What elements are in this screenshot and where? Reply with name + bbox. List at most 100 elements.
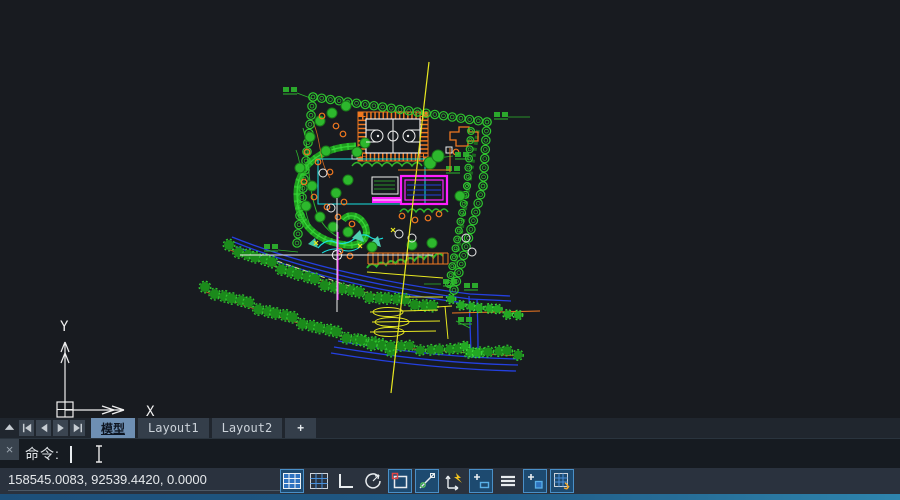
tree-symbol <box>341 101 351 111</box>
tree-clump-row <box>446 294 523 320</box>
tree-symbol <box>321 146 331 156</box>
plant-label <box>494 112 508 119</box>
ucs-axis-label: Y <box>60 319 69 335</box>
tree-symbol <box>412 217 418 223</box>
tab-first-button[interactable] <box>19 420 34 436</box>
grid-display-icon <box>281 470 303 492</box>
tree-symbol <box>425 215 431 221</box>
tree-symbol <box>340 131 346 137</box>
quick-properties-toggle[interactable] <box>523 469 547 493</box>
drawing-line <box>370 310 438 312</box>
tree-symbol <box>347 253 353 259</box>
annotation-monitor-toggle[interactable] <box>550 469 574 493</box>
drawing-line <box>445 306 448 339</box>
drawing-rect <box>372 177 398 194</box>
polar-tracking-icon <box>362 470 384 492</box>
tree-symbol <box>335 214 341 220</box>
ortho-mode-toggle[interactable] <box>334 469 358 493</box>
tab-prev-icon <box>36 420 51 436</box>
lineweight-display-toggle[interactable] <box>469 469 493 493</box>
drawing-line <box>372 321 440 322</box>
tree-symbol <box>407 135 409 137</box>
quick-properties-icon <box>524 470 546 492</box>
command-line-bar[interactable]: × 命令: <box>0 438 900 469</box>
tab-up-icon <box>2 420 17 436</box>
tab-last-button[interactable] <box>70 420 85 436</box>
tree-symbol <box>331 188 341 198</box>
lineweight-display-icon <box>470 470 492 492</box>
tree-row <box>479 118 491 190</box>
tab-first-icon <box>19 420 34 436</box>
cad-window: YX 模型Layout1Layout2+ × 命令: 158545.0083, … <box>0 0 900 500</box>
ucs-axis-label: X <box>146 404 155 418</box>
site-plan-drawing: YX <box>0 0 900 418</box>
ibeam-cursor <box>94 445 104 463</box>
tab-last-icon <box>70 420 85 436</box>
command-close-button[interactable]: × <box>0 439 19 460</box>
annotation-monitor-icon <box>551 470 573 492</box>
object-snap-toggle[interactable] <box>388 469 412 493</box>
tab-next-button[interactable] <box>53 420 68 436</box>
plant-label <box>283 87 297 94</box>
tree-clump-row <box>356 335 524 361</box>
coordinates-display[interactable]: 158545.0083, 92539.4420, 0.0000 <box>8 472 280 491</box>
tree-symbol <box>295 163 305 173</box>
dynamic-ucs-toggle[interactable] <box>442 469 466 493</box>
add-layout-tab[interactable]: + <box>285 418 316 438</box>
tab-up-button[interactable] <box>2 420 17 436</box>
tab-Layout2[interactable]: Layout2 <box>212 418 283 438</box>
tree-symbol <box>427 238 437 248</box>
polar-tracking-toggle[interactable] <box>361 469 385 493</box>
grid-display-toggle[interactable] <box>280 469 304 493</box>
menu-bars-icon <box>497 470 519 492</box>
snap-mode-icon <box>308 470 330 492</box>
tree-symbol <box>315 212 325 222</box>
tree-symbol <box>367 242 377 252</box>
drawing-path <box>278 250 298 252</box>
tree-symbol <box>319 169 327 177</box>
tree-symbol <box>352 147 362 157</box>
drawing-rect <box>446 147 452 153</box>
object-snap-icon <box>389 470 411 492</box>
drawing-area[interactable]: YX <box>0 0 900 418</box>
tree-symbol <box>327 204 335 212</box>
tree-symbol <box>436 211 442 217</box>
snap-mode-toggle[interactable] <box>307 469 331 493</box>
drawing-path <box>352 163 422 167</box>
command-prompt: 命令: <box>25 444 60 464</box>
dynamic-ucs-icon <box>443 470 465 492</box>
object-snap-tracking-toggle[interactable] <box>415 469 439 493</box>
tree-symbol <box>307 181 317 191</box>
tab-Layout1[interactable]: Layout1 <box>138 418 209 438</box>
tab-模型[interactable]: 模型 <box>91 418 135 438</box>
tree-symbol <box>395 230 403 238</box>
tree-symbol <box>455 191 465 201</box>
tree-symbol <box>305 132 315 142</box>
status-bar: 158545.0083, 92539.4420, 0.0000 <box>0 468 900 494</box>
text-caret <box>70 446 72 463</box>
menu-bars-toggle[interactable] <box>496 469 520 493</box>
tree-symbol <box>333 123 339 129</box>
tree-symbol <box>343 175 353 185</box>
plant-label <box>455 152 469 159</box>
tree-symbol <box>399 213 405 219</box>
ortho-mode-icon <box>335 470 357 492</box>
tree-symbol <box>377 135 379 137</box>
tree-symbol <box>360 138 370 148</box>
tree-symbol <box>349 221 355 227</box>
tree-symbol <box>311 194 317 200</box>
tree-symbol <box>327 169 333 175</box>
object-snap-tracking-icon <box>416 470 438 492</box>
plant-label <box>464 283 478 290</box>
tree-symbol <box>468 248 476 256</box>
drawing-line <box>370 331 436 332</box>
tree-symbol <box>432 150 444 162</box>
tab-next-icon <box>53 420 68 436</box>
drawing-line <box>437 306 452 307</box>
tree-symbol <box>301 201 311 211</box>
tab-prev-button[interactable] <box>36 420 51 436</box>
window-edge <box>0 494 900 500</box>
layout-tab-bar: 模型Layout1Layout2+ <box>0 418 900 438</box>
tree-symbol <box>327 108 337 118</box>
tree-symbol <box>343 227 353 237</box>
